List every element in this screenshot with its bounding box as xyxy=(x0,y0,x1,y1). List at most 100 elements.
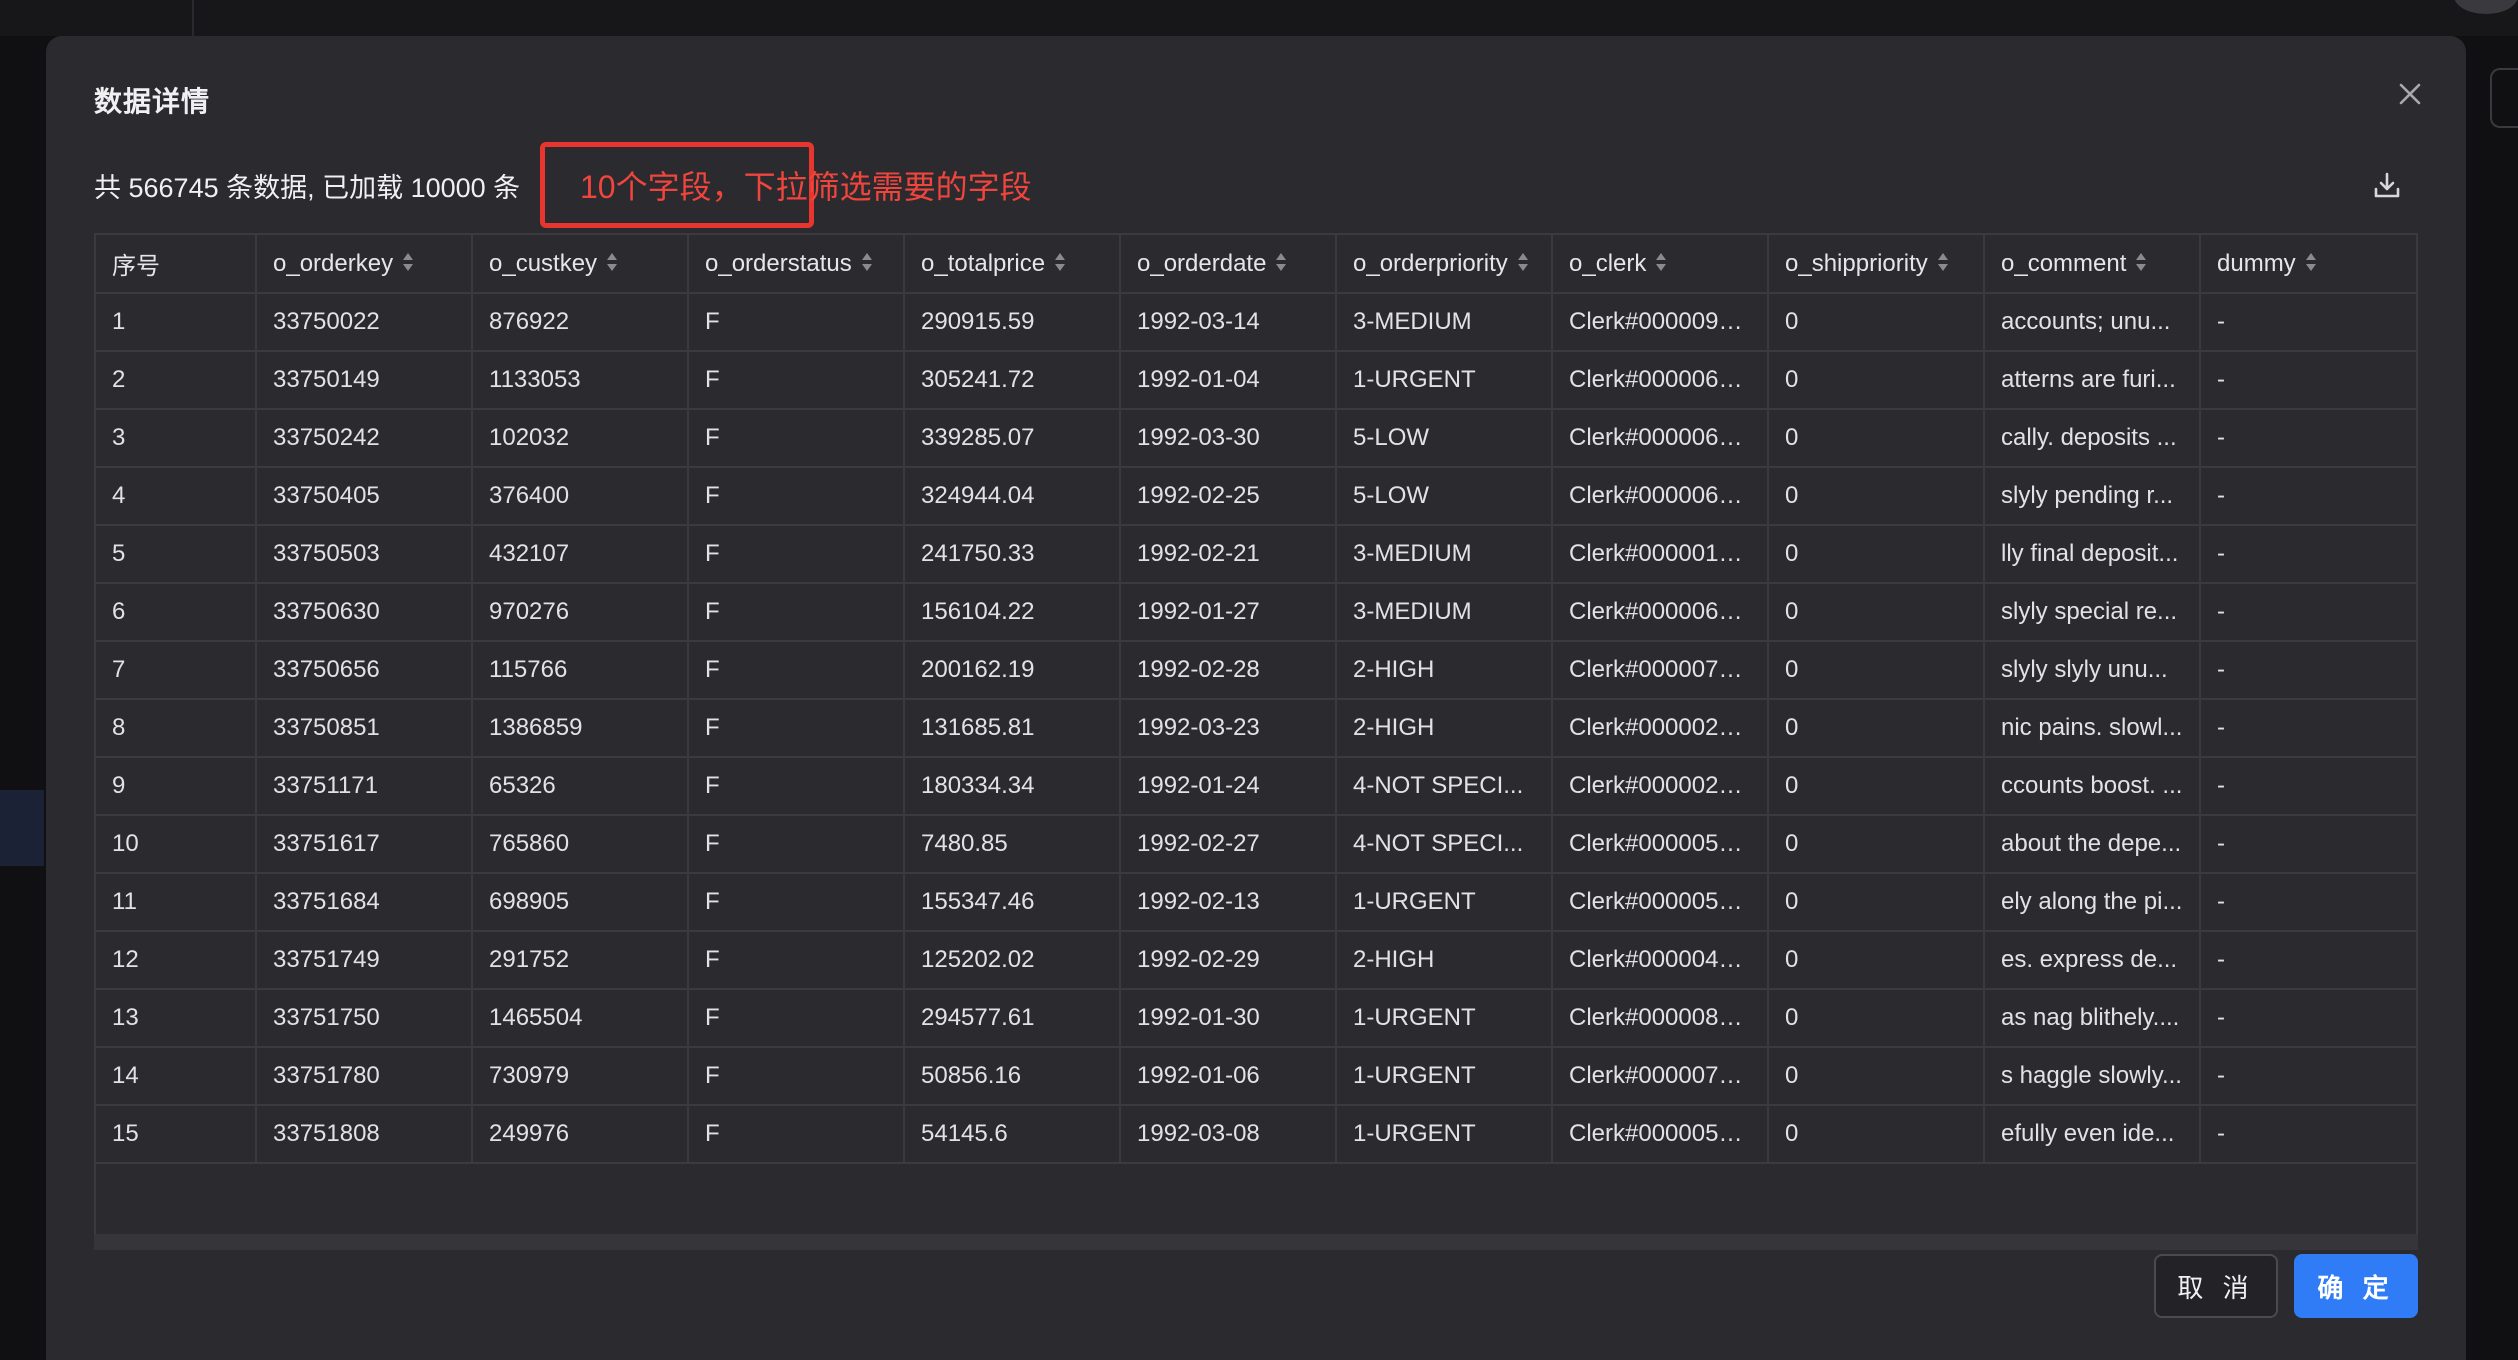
column-header[interactable]: o_custkey xyxy=(472,235,689,294)
table-cell: 125202.02 xyxy=(904,931,1121,990)
table-row[interactable]: 10 33751617 765860 F 7480.85 1992-02-27 4-NOT … xyxy=(96,815,2416,874)
table-row[interactable]: 11 33751684 698905 F 155347.46 1992-02-13 1-UR… xyxy=(96,873,2416,932)
table-cell: 33750242 xyxy=(256,409,473,468)
table-cell: 0 xyxy=(1768,583,1985,642)
table-row[interactable]: 9 33751171 65326 F 180334.34 1992-01-24 4-NOT … xyxy=(96,757,2416,816)
table-row[interactable]: 6 33750630 970276 F 156104.22 1992-01-27 3-MED… xyxy=(96,583,2416,642)
table-row[interactable]: 1 33750022 876922 F 290915.59 1992-03-14 3-MED… xyxy=(96,293,2416,352)
table-cell: 33750149 xyxy=(256,351,473,410)
table-cell: F xyxy=(688,293,905,352)
table-cell: 5-LOW xyxy=(1336,467,1553,526)
column-header-label: o_custkey xyxy=(489,249,598,277)
table-cell: 1992-03-23 xyxy=(1120,699,1337,758)
table-cell: 294577.61 xyxy=(904,989,1121,1048)
table-cell: 324944.04 xyxy=(904,467,1121,526)
column-header[interactable]: o_comment xyxy=(1984,235,2201,294)
table-cell: 1992-02-25 xyxy=(1120,467,1337,526)
table-cell: F xyxy=(688,699,905,758)
table-cell: 5 xyxy=(96,525,257,584)
download-icon[interactable] xyxy=(2370,168,2404,202)
table-cell: 0 xyxy=(1768,873,1985,932)
table-cell: F xyxy=(688,931,905,990)
table-cell: 876922 xyxy=(472,293,689,352)
sort-icon[interactable] xyxy=(2136,253,2147,272)
table-cell: 14 xyxy=(96,1047,257,1106)
sort-icon[interactable] xyxy=(607,253,618,272)
table-cell: Clerk#0000066... xyxy=(1552,351,1769,410)
table-cell: 376400 xyxy=(472,467,689,526)
table-row[interactable]: 14 33751780 730979 F 50856.16 1992-01-06 1-URG… xyxy=(96,1047,2416,1106)
table-cell: - xyxy=(2200,757,2416,816)
close-icon[interactable] xyxy=(2392,76,2428,112)
horizontal-scrollbar[interactable] xyxy=(94,1234,2418,1250)
column-header-label: 序号 xyxy=(112,253,160,280)
data-table-container[interactable]: 序号 o_orderkey o_custkey o_orderstatus o_tota… xyxy=(94,233,2418,1249)
table-cell: 50856.16 xyxy=(904,1047,1121,1106)
table-row[interactable]: 2 33750149 1133053 F 305241.72 1992-01-04 1-UR… xyxy=(96,351,2416,410)
table-cell: 2-HIGH xyxy=(1336,699,1553,758)
table-cell: 0 xyxy=(1768,293,1985,352)
table-cell: 1992-01-24 xyxy=(1120,757,1337,816)
table-cell: ccounts boost. ... xyxy=(1984,757,2201,816)
sort-icon[interactable] xyxy=(1656,253,1667,272)
table-row[interactable]: 7 33750656 115766 F 200162.19 1992-02-28 2-HIG… xyxy=(96,641,2416,700)
table-cell: Clerk#0000010... xyxy=(1552,525,1769,584)
column-header[interactable]: o_shippriority xyxy=(1768,235,1985,294)
table-cell: 1-URGENT xyxy=(1336,1105,1553,1164)
table-cell: Clerk#0000053... xyxy=(1552,873,1769,932)
column-header[interactable]: o_orderpriority xyxy=(1336,235,1553,294)
column-header[interactable]: o_orderdate xyxy=(1120,235,1337,294)
table-row[interactable]: 3 33750242 102032 F 339285.07 1992-03-30 5-LOW… xyxy=(96,409,2416,468)
table-cell: Clerk#0000077... xyxy=(1552,1047,1769,1106)
table-cell: - xyxy=(2200,989,2416,1048)
table-cell: Clerk#0000058... xyxy=(1552,1105,1769,1164)
table-cell: - xyxy=(2200,409,2416,468)
cancel-button[interactable]: 取 消 xyxy=(2154,1254,2278,1318)
table-cell: F xyxy=(688,815,905,874)
table-cell: 0 xyxy=(1768,351,1985,410)
sort-icon[interactable] xyxy=(1276,253,1287,272)
table-cell: atterns are furi... xyxy=(1984,351,2201,410)
table-row[interactable]: 12 33751749 291752 F 125202.02 1992-02-29 2-HI… xyxy=(96,931,2416,990)
sort-icon[interactable] xyxy=(861,253,872,272)
table-cell: efully even ide... xyxy=(1984,1105,2201,1164)
sort-icon[interactable] xyxy=(1055,253,1066,272)
table-cell: F xyxy=(688,873,905,932)
confirm-button[interactable]: 确 定 xyxy=(2294,1254,2418,1318)
column-header[interactable]: o_totalprice xyxy=(904,235,1121,294)
column-header[interactable]: o_orderstatus xyxy=(688,235,905,294)
table-row[interactable]: 4 33750405 376400 F 324944.04 1992-02-25 5-LOW… xyxy=(96,467,2416,526)
table-cell: es. express de... xyxy=(1984,931,2201,990)
table-cell: - xyxy=(2200,293,2416,352)
table-cell: Clerk#0000024... xyxy=(1552,757,1769,816)
table-row[interactable]: 8 33750851 1386859 F 131685.81 1992-03-23 2-HI… xyxy=(96,699,2416,758)
sort-icon[interactable] xyxy=(1937,253,1948,272)
table-row[interactable]: 15 33751808 249976 F 54145.6 1992-03-08 1-URGE… xyxy=(96,1105,2416,1164)
column-header[interactable]: o_clerk xyxy=(1552,235,1769,294)
table-cell: Clerk#0000041... xyxy=(1552,931,1769,990)
table-cell: 249976 xyxy=(472,1105,689,1164)
table-cell: 33750851 xyxy=(256,699,473,758)
column-header-label: o_orderdate xyxy=(1137,249,1267,277)
sort-icon[interactable] xyxy=(403,253,414,272)
sort-icon[interactable] xyxy=(1517,253,1528,272)
table-cell: accounts; unu... xyxy=(1984,293,2201,352)
column-header[interactable]: o_orderkey xyxy=(256,235,473,294)
avatar[interactable] xyxy=(2454,0,2518,14)
table-cell: F xyxy=(688,351,905,410)
table-cell: slyly slyly unu... xyxy=(1984,641,2201,700)
table-cell: 33751750 xyxy=(256,989,473,1048)
sort-icon[interactable] xyxy=(2305,253,2316,272)
table-cell: - xyxy=(2200,815,2416,874)
table-cell: 8 xyxy=(96,699,257,758)
table-row[interactable]: 13 33751750 1465504 F 294577.61 1992-01-30 1-U… xyxy=(96,989,2416,1048)
table-row[interactable]: 5 33750503 432107 F 241750.33 1992-02-21 3-MED… xyxy=(96,525,2416,584)
column-header[interactable]: dummy xyxy=(2200,235,2416,294)
column-header-label: o_totalprice xyxy=(921,249,1046,277)
table-cell: 33751171 xyxy=(256,757,473,816)
table-cell: 1-URGENT xyxy=(1336,351,1553,410)
column-header-label: o_comment xyxy=(2001,249,2127,277)
table-cell: 3-MEDIUM xyxy=(1336,525,1553,584)
table-cell: 0 xyxy=(1768,699,1985,758)
table-cell: cally. deposits ... xyxy=(1984,409,2201,468)
